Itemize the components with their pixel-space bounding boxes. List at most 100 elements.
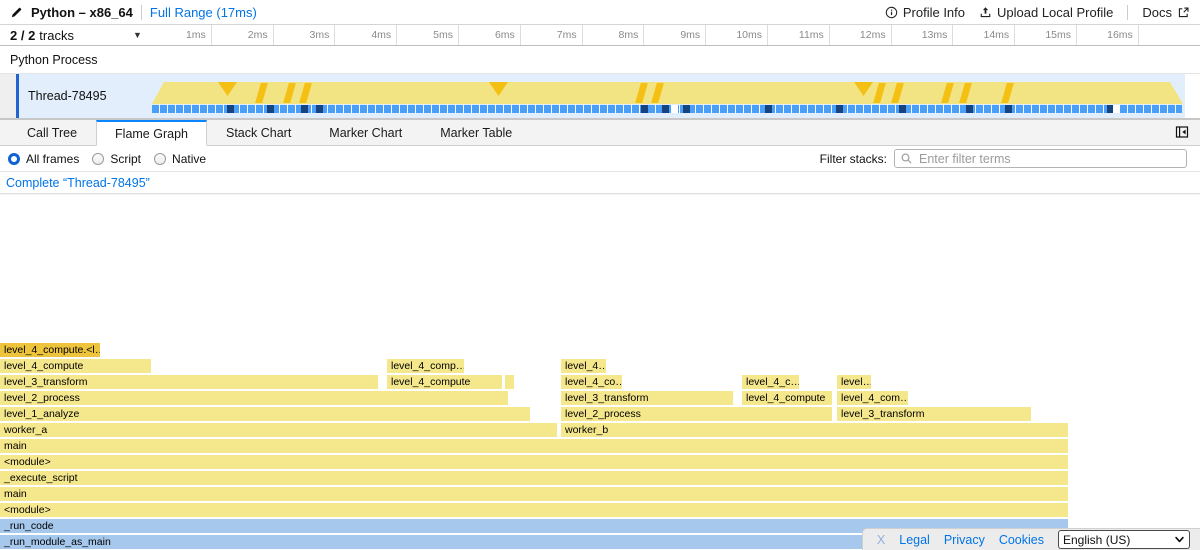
thread-label: Thread-78495 <box>28 74 107 118</box>
breadcrumb-complete-thread[interactable]: Complete “Thread-78495” <box>0 176 150 190</box>
ruler-tick: 16ms <box>150 25 1139 45</box>
divider <box>141 5 142 20</box>
radio-script[interactable]: Script <box>92 152 141 166</box>
thread-activity-graph[interactable] <box>150 74 1200 118</box>
flame-frame[interactable]: level_4_compute <box>742 391 832 405</box>
flame-frame[interactable]: level_2_process <box>0 391 508 405</box>
flame-frame-label: level_3_transform <box>0 375 378 389</box>
radio-native[interactable]: Native <box>154 152 206 166</box>
flame-frame-label: <module> <box>0 503 1068 517</box>
top-bar: Python – x86_64 Full Range (17ms) Profil… <box>0 0 1200 25</box>
privacy-link[interactable]: Privacy <box>944 533 985 547</box>
flame-frame-label: <module> <box>0 455 1068 469</box>
flame-frame-label: level_1_analyze <box>0 407 530 421</box>
cookies-link[interactable]: Cookies <box>999 533 1044 547</box>
flame-frame[interactable]: level… <box>837 375 871 389</box>
divider <box>1127 5 1128 20</box>
tab-marker-chart[interactable]: Marker Chart <box>310 120 421 145</box>
flame-frame-label: level_4_comp… <box>387 359 464 373</box>
process-track-header[interactable]: Python Process <box>0 46 1200 74</box>
tracks-dropdown-icon[interactable]: ▼ <box>133 25 142 45</box>
search-icon <box>900 152 913 165</box>
flame-frame[interactable]: level_3_transform <box>0 375 378 389</box>
flame-frame[interactable]: <module> <box>0 455 1068 469</box>
flame-frame[interactable]: level_4_c… <box>742 375 799 389</box>
flame-frame[interactable]: level_4_comp… <box>387 359 464 373</box>
footer-close-button[interactable]: X <box>877 533 885 547</box>
flame-frame-label: main <box>0 487 1068 501</box>
flame-frame[interactable]: level_4_compute.<l… <box>0 343 100 357</box>
edit-pencil-icon[interactable] <box>10 6 23 19</box>
flame-frame-label: level_4_compute.<l… <box>0 343 100 357</box>
thread-track-gutter <box>0 74 16 118</box>
radio-unselected-icon <box>92 153 104 165</box>
flame-frame[interactable]: level_2_process <box>561 407 832 421</box>
sample-strip-dark-segment <box>641 105 648 113</box>
flame-frame[interactable]: level_3_transform <box>837 407 1031 421</box>
flame-frame-label: level_2_process <box>0 391 508 405</box>
docs-link[interactable]: Docs <box>1142 5 1190 20</box>
flame-frame[interactable]: <module> <box>0 503 1068 517</box>
legal-link[interactable]: Legal <box>899 533 930 547</box>
flame-frame-label: level_4_co… <box>561 375 622 389</box>
language-select[interactable]: English (US) <box>1058 530 1190 549</box>
flame-frame[interactable]: level_4_compute <box>387 375 502 389</box>
radio-all-frames[interactable]: All frames <box>8 152 79 166</box>
tab-call-tree[interactable]: Call Tree <box>8 120 96 145</box>
flame-frame[interactable]: worker_b <box>561 423 1068 437</box>
tab-flame-graph[interactable]: Flame Graph <box>96 120 207 146</box>
flame-frame-label: worker_a <box>0 423 557 437</box>
radio-unselected-icon <box>154 153 166 165</box>
info-icon <box>885 6 898 19</box>
flame-frame-label: main <box>0 439 1068 453</box>
sample-strip-gap <box>672 105 678 113</box>
flame-frame[interactable]: level_1_analyze <box>0 407 530 421</box>
sample-strip-dark-segment <box>683 105 690 113</box>
panel-tabs: Call Tree Flame Graph Stack Chart Marker… <box>0 120 1200 146</box>
upload-profile-button[interactable]: Upload Local Profile <box>979 5 1113 20</box>
sidebar-toggle-icon[interactable] <box>1174 124 1190 140</box>
flame-frame[interactable]: main <box>0 439 1068 453</box>
filter-stacks-label: Filter stacks: <box>820 152 887 166</box>
flame-frame-label: level_3_transform <box>561 391 733 405</box>
flame-frame[interactable]: level_4… <box>561 359 606 373</box>
flame-frame-label: level_4_compute <box>742 391 832 405</box>
thread-track-accent-bar <box>16 74 19 118</box>
flame-frame-label: level_4_com… <box>837 391 908 405</box>
flame-frame[interactable]: _execute_script <box>0 471 1068 485</box>
sample-strip-dark-segment <box>301 105 308 113</box>
upload-icon <box>979 6 992 19</box>
transform-breadcrumb: Complete “Thread-78495” <box>0 172 1200 194</box>
sample-strip-dark-segment <box>765 105 772 113</box>
full-range-link[interactable]: Full Range (17ms) <box>150 5 257 20</box>
flame-frame[interactable] <box>505 375 514 389</box>
flame-frame-label: level_4… <box>561 359 606 373</box>
sample-strip-dark-segment <box>1005 105 1012 113</box>
flame-frame[interactable]: main <box>0 487 1068 501</box>
frame-filter-radios: All frames Script Native <box>8 152 206 166</box>
flame-frame[interactable]: level_4_compute <box>0 359 151 373</box>
flame-frame-label: level_4_compute <box>387 375 502 389</box>
flame-graph-canvas[interactable]: level_4_compute.<l… level_4_compute level_… <box>0 195 1200 550</box>
tab-marker-table[interactable]: Marker Table <box>421 120 531 145</box>
flame-frame-label: level_4_c… <box>742 375 799 389</box>
flame-frame[interactable]: worker_a <box>0 423 557 437</box>
profile-info-button[interactable]: Profile Info <box>885 5 965 20</box>
sample-strip-dark-segment <box>227 105 234 113</box>
chevron-down-icon <box>1174 534 1185 545</box>
footer-bar: X Legal Privacy Cookies English (US) <box>862 528 1200 550</box>
sample-strip-dark-segment <box>899 105 906 113</box>
flame-frame[interactable]: level_4_com… <box>837 391 908 405</box>
flame-frame[interactable]: level_4_co… <box>561 375 622 389</box>
timeline-header: 2 / 2 tracks ▼ 1ms2ms3ms4ms5ms6ms7ms8ms9… <box>0 25 1200 46</box>
flame-frame-label: level_3_transform <box>837 407 1031 421</box>
thread-track[interactable]: Thread-78495 <box>0 74 1200 118</box>
sample-strip-dark-segment <box>316 105 323 113</box>
tab-stack-chart[interactable]: Stack Chart <box>207 120 310 145</box>
tracks-count: 2 / 2 tracks <box>10 25 74 45</box>
profile-title: Python – x86_64 <box>31 5 133 20</box>
filter-stacks-input[interactable] <box>894 149 1187 168</box>
flame-frame[interactable]: level_3_transform <box>561 391 733 405</box>
flame-frame-label: worker_b <box>561 423 1068 437</box>
flame-frame-label: level_4_compute <box>0 359 151 373</box>
